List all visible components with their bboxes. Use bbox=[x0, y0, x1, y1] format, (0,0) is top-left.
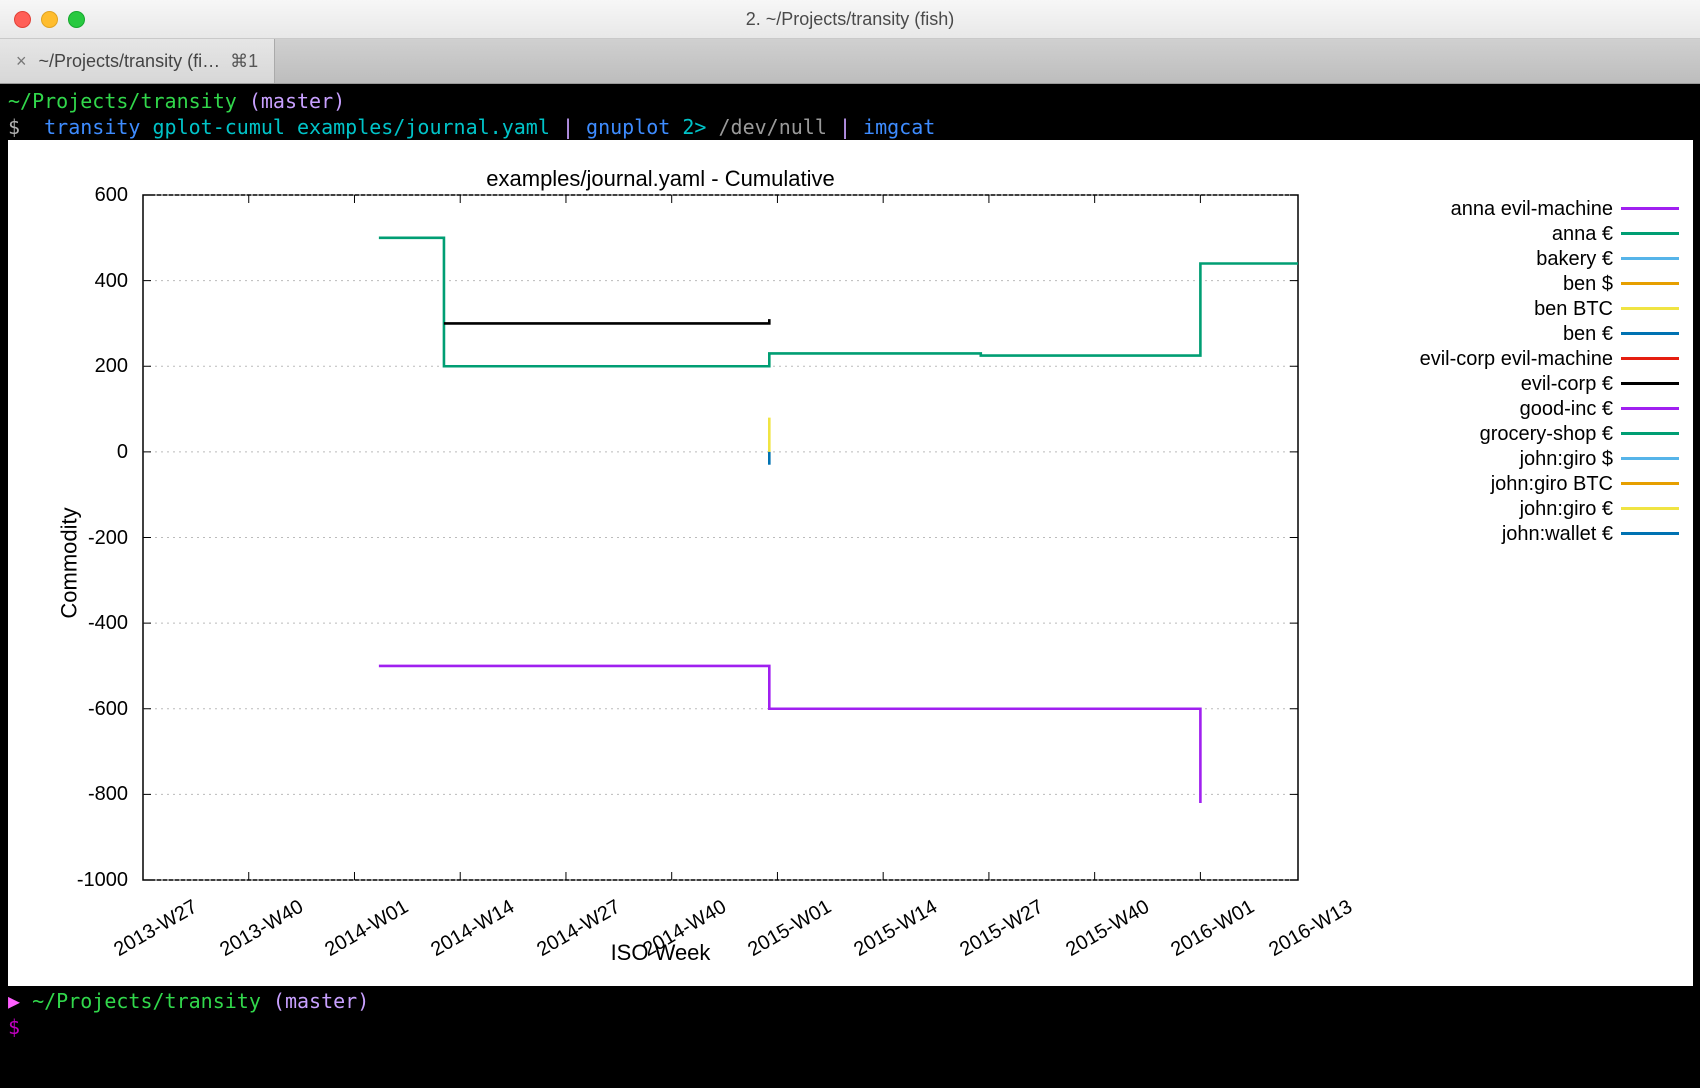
y-tick: -600 bbox=[88, 696, 128, 722]
y-tick: 0 bbox=[117, 439, 128, 465]
pipe-1: | bbox=[562, 115, 574, 139]
legend-label: ben € bbox=[1563, 321, 1613, 347]
legend-label: john:wallet € bbox=[1502, 521, 1613, 547]
legend-swatch bbox=[1621, 407, 1679, 410]
legend-swatch bbox=[1621, 282, 1679, 285]
tabstrip: × ~/Projects/transity (fi… ⌘1 bbox=[0, 39, 1700, 84]
cmd-redir: 2> bbox=[682, 115, 706, 139]
legend-item: good-inc € bbox=[1420, 396, 1679, 421]
y-tick: -200 bbox=[88, 525, 128, 551]
close-tab-icon[interactable]: × bbox=[16, 51, 27, 72]
cmd-file: examples/journal.yaml bbox=[297, 115, 550, 139]
prompt-symbol-2: $ bbox=[8, 1015, 20, 1039]
prompt-line-3: $ bbox=[8, 1014, 1692, 1040]
legend-label: ben $ bbox=[1563, 271, 1613, 297]
cmd-devnull: /dev/null bbox=[719, 115, 827, 139]
prompt-line-2: ▶ ~/Projects/transity (master) bbox=[8, 988, 1692, 1014]
terminal-window: 2. ~/Projects/transity (fish) × ~/Projec… bbox=[0, 0, 1700, 1088]
legend-swatch bbox=[1621, 207, 1679, 210]
y-tick: 400 bbox=[95, 268, 128, 294]
prompt-caret-icon: ▶ bbox=[8, 989, 20, 1013]
legend-item: evil-corp € bbox=[1420, 371, 1679, 396]
legend-item: john:giro $ bbox=[1420, 446, 1679, 471]
prompt-branch-2: (master) bbox=[273, 989, 369, 1013]
legend-item: john:giro € bbox=[1420, 496, 1679, 521]
pipe-2: | bbox=[839, 115, 851, 139]
legend-swatch bbox=[1621, 482, 1679, 485]
legend-label: john:giro € bbox=[1520, 496, 1613, 522]
terminal[interactable]: ~/Projects/transity (master) $ transity … bbox=[0, 84, 1700, 1048]
y-tick: -1000 bbox=[77, 867, 128, 893]
legend-label: grocery-shop € bbox=[1480, 421, 1613, 447]
legend-label: bakery € bbox=[1536, 246, 1613, 272]
y-tick: 600 bbox=[95, 182, 128, 208]
legend-item: grocery-shop € bbox=[1420, 421, 1679, 446]
legend-swatch bbox=[1621, 332, 1679, 335]
cmd-gnuplot: gnuplot bbox=[586, 115, 670, 139]
legend-swatch bbox=[1621, 432, 1679, 435]
legend-item: ben € bbox=[1420, 321, 1679, 346]
prompt-symbol: $ bbox=[8, 115, 20, 139]
window-title: 2. ~/Projects/transity (fish) bbox=[0, 9, 1700, 30]
y-tick: -800 bbox=[88, 781, 128, 807]
command-line: $ transity gplot-cumul examples/journal.… bbox=[8, 114, 1692, 140]
legend-swatch bbox=[1621, 307, 1679, 310]
legend-swatch bbox=[1621, 457, 1679, 460]
cmd-binary: transity bbox=[44, 115, 140, 139]
tab-label: ~/Projects/transity (fi… bbox=[39, 51, 221, 72]
legend-item: anna € bbox=[1420, 221, 1679, 246]
cmd-imgcat: imgcat bbox=[863, 115, 935, 139]
legend-label: john:giro $ bbox=[1520, 446, 1613, 472]
legend-label: ben BTC bbox=[1534, 296, 1613, 322]
legend-swatch bbox=[1621, 232, 1679, 235]
legend-item: john:wallet € bbox=[1420, 521, 1679, 546]
legend-item: bakery € bbox=[1420, 246, 1679, 271]
legend-label: evil-corp € bbox=[1521, 371, 1613, 397]
prompt-path: ~/Projects/transity bbox=[8, 89, 237, 113]
legend-label: evil-corp evil-machine bbox=[1420, 346, 1613, 372]
prompt-path-2: ~/Projects/transity bbox=[32, 989, 261, 1013]
close-window-button[interactable] bbox=[14, 11, 31, 28]
titlebar: 2. ~/Projects/transity (fish) bbox=[0, 0, 1700, 39]
legend-label: good-inc € bbox=[1520, 396, 1613, 422]
tab-shortcut: ⌘1 bbox=[230, 51, 258, 72]
legend-item: anna evil-machine bbox=[1420, 196, 1679, 221]
legend-item: evil-corp evil-machine bbox=[1420, 346, 1679, 371]
minimize-window-button[interactable] bbox=[41, 11, 58, 28]
legend-label: john:giro BTC bbox=[1491, 471, 1613, 497]
legend-item: ben BTC bbox=[1420, 296, 1679, 321]
legend-swatch bbox=[1621, 382, 1679, 385]
legend-label: anna € bbox=[1552, 221, 1613, 247]
legend-item: ben $ bbox=[1420, 271, 1679, 296]
window-controls bbox=[14, 11, 85, 28]
legend-label: anna evil-machine bbox=[1451, 196, 1613, 222]
y-tick: 200 bbox=[95, 353, 128, 379]
legend-item: john:giro BTC bbox=[1420, 471, 1679, 496]
zoom-window-button[interactable] bbox=[68, 11, 85, 28]
prompt-line-1: ~/Projects/transity (master) bbox=[8, 88, 1692, 114]
cmd-subcommand: gplot-cumul bbox=[153, 115, 285, 139]
tab-current[interactable]: × ~/Projects/transity (fi… ⌘1 bbox=[0, 39, 275, 83]
legend-swatch bbox=[1621, 357, 1679, 360]
legend-swatch bbox=[1621, 532, 1679, 535]
legend-swatch bbox=[1621, 257, 1679, 260]
plot-image: examples/journal.yaml - Cumulative Commo… bbox=[8, 140, 1693, 986]
legend-swatch bbox=[1621, 507, 1679, 510]
y-tick: -400 bbox=[88, 610, 128, 636]
legend: anna evil-machineanna €bakery €ben $ben … bbox=[1420, 196, 1679, 546]
prompt-branch: (master) bbox=[249, 89, 345, 113]
